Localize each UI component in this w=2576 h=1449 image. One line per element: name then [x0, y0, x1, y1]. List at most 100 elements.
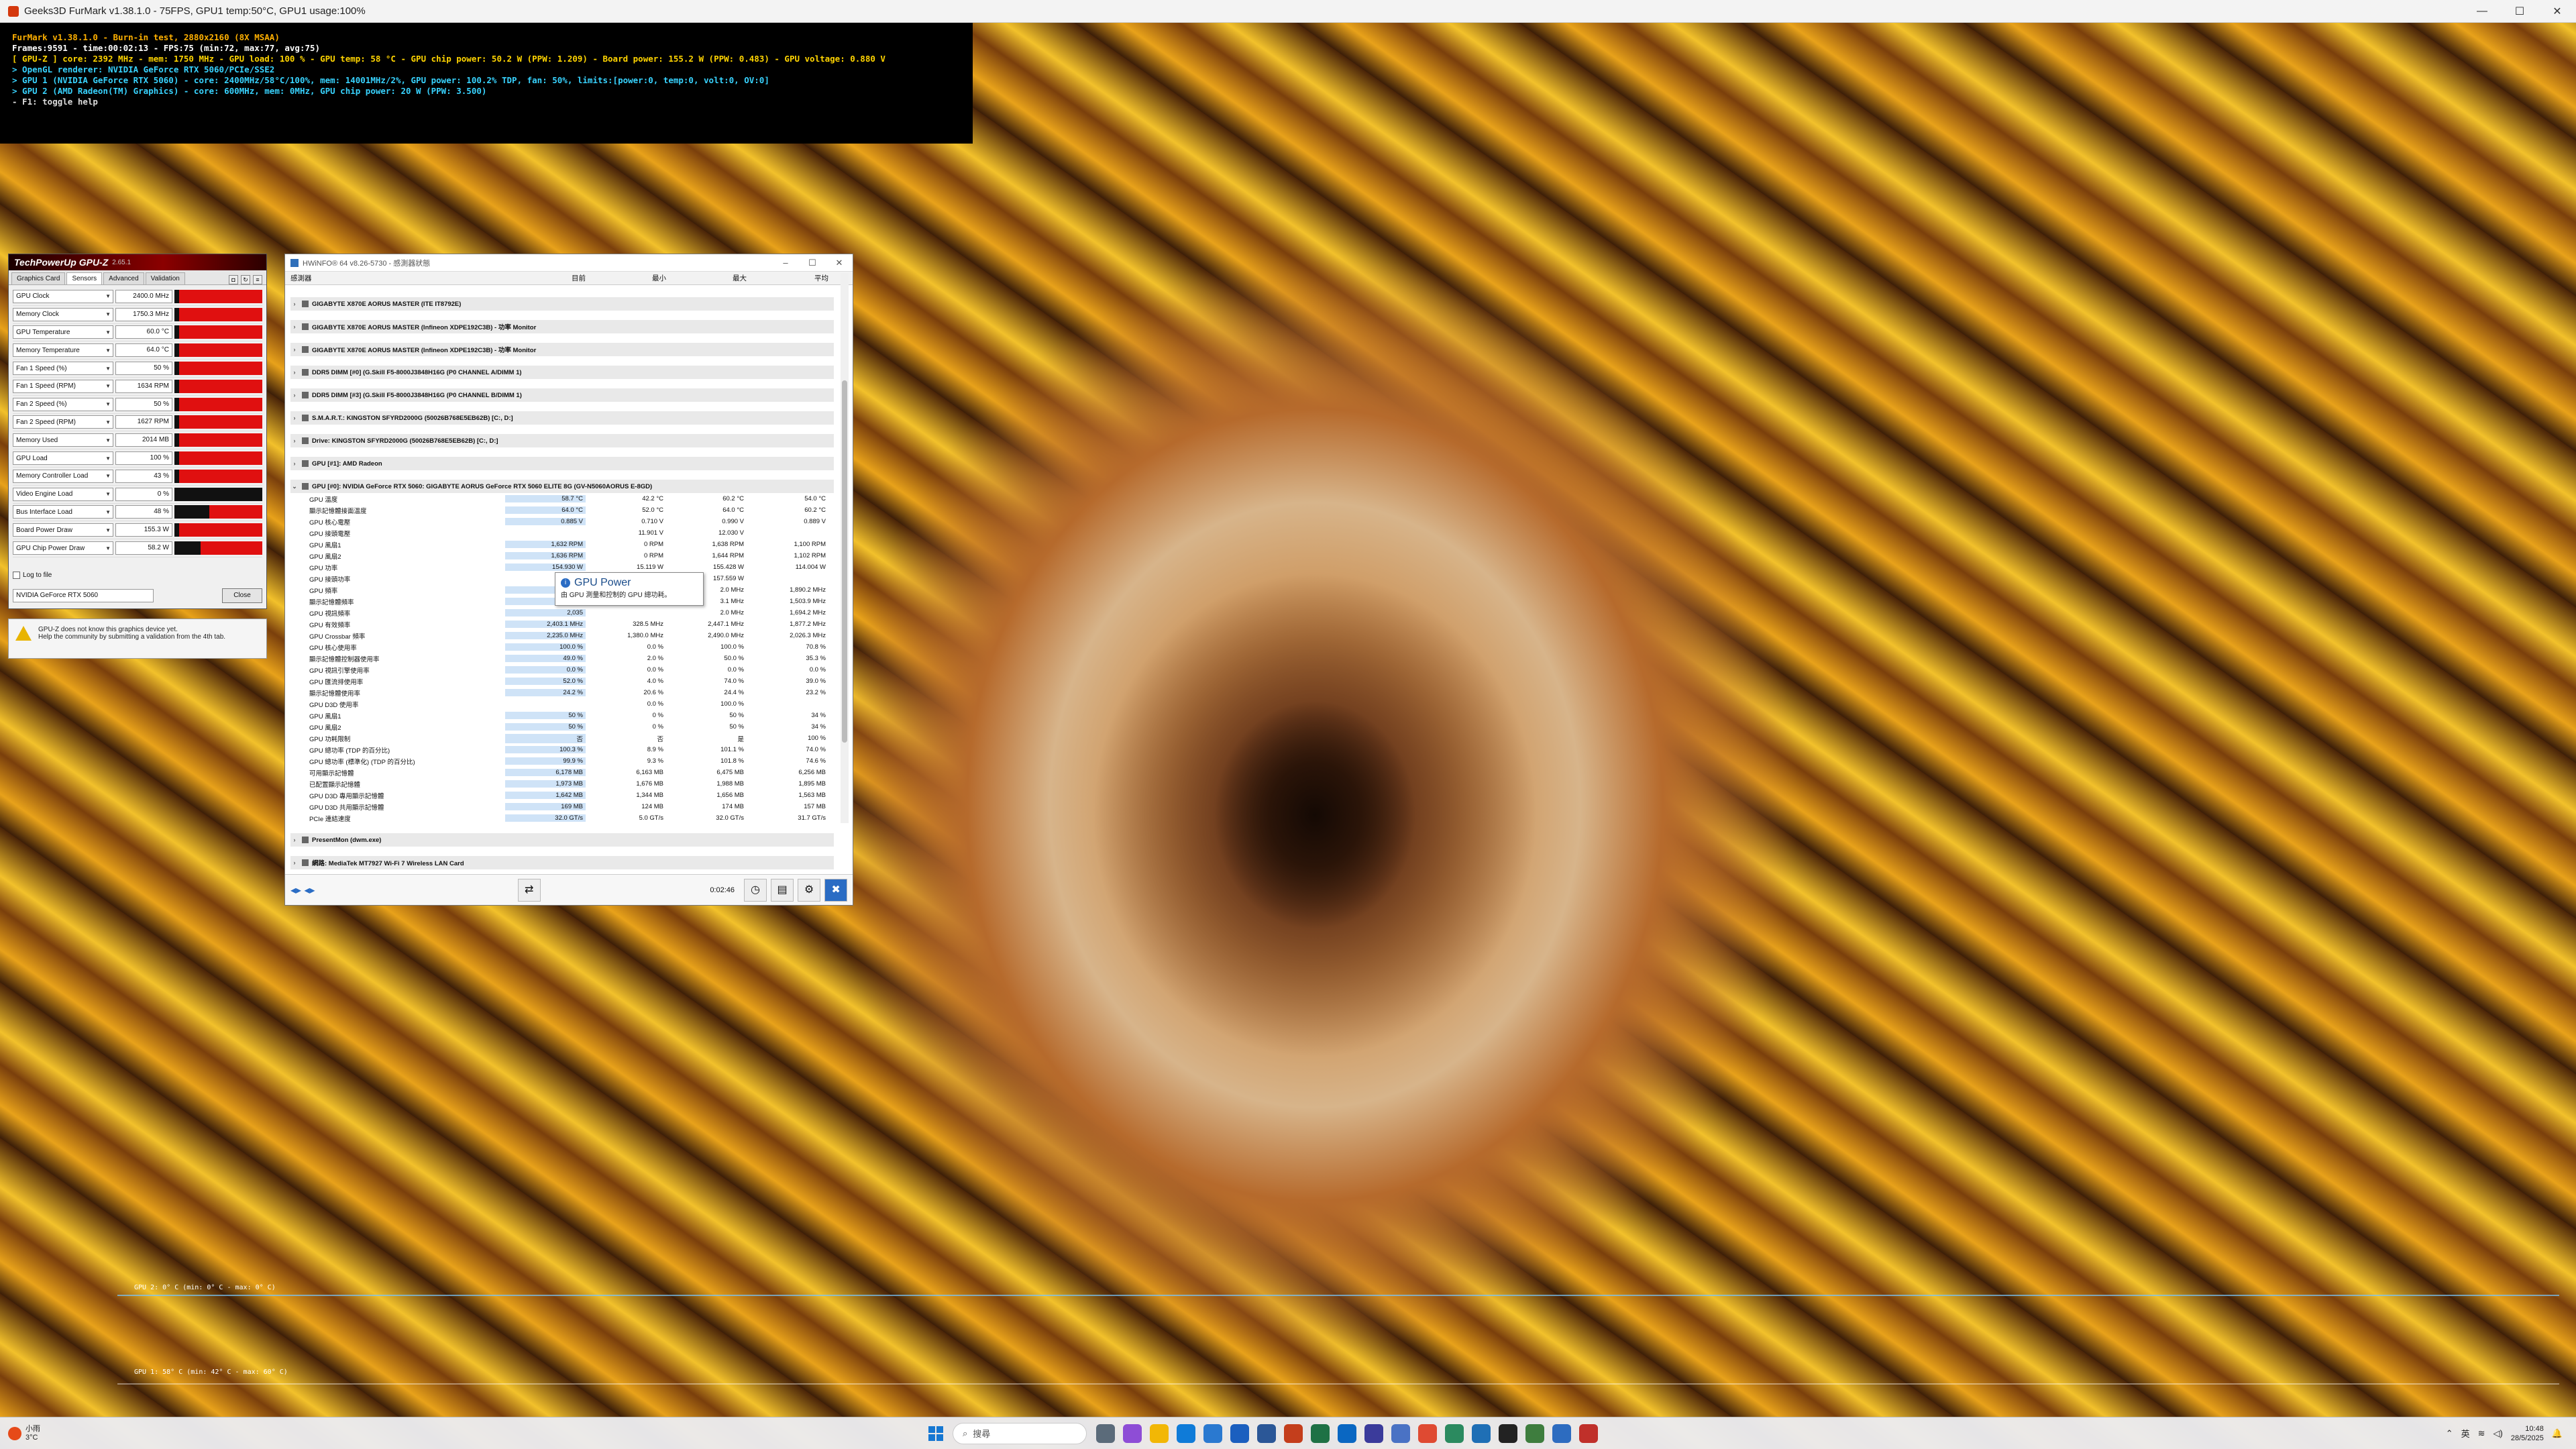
- tab-sensors[interactable]: Sensors: [66, 272, 103, 284]
- edge-icon[interactable]: [1177, 1424, 1195, 1443]
- tab-advanced[interactable]: Advanced: [103, 272, 144, 284]
- sensor-group[interactable]: › GIGABYTE X870E AORUS MASTER (ITE IT8792…: [290, 297, 834, 311]
- sensor-row[interactable]: GPU 風扇2 50 % 0 % 50 % 34 %: [290, 721, 834, 733]
- copilot-icon[interactable]: [1123, 1424, 1142, 1443]
- sensor-label[interactable]: Fan 2 Speed (RPM) ▼: [13, 415, 113, 429]
- sensor-row[interactable]: GPU 功率 154.930 W 15.119 W 155.428 W 114.004 …: [290, 561, 834, 573]
- app-icon[interactable]: [1391, 1424, 1410, 1443]
- sensor-group[interactable]: › 網路: MediaTek MT7927 Wi-Fi 7 Wireless LA…: [290, 856, 834, 869]
- chrome-icon[interactable]: [1418, 1424, 1437, 1443]
- sensor-row[interactable]: GPU 接頭電壓 11.901 V 12.030 V: [290, 527, 834, 539]
- chevron-up-icon[interactable]: ⌃: [2446, 1428, 2453, 1439]
- settings-icon[interactable]: ⚙: [798, 878, 821, 902]
- sensor-group[interactable]: › PresentMon (dwm.exe): [290, 833, 834, 847]
- camera-icon[interactable]: ◘: [229, 275, 238, 284]
- sensor-row[interactable]: GPU 總功率 (TDP 的百分比) 100.3 % 8.9 % 101.1 % 74.…: [290, 744, 834, 755]
- sensor-label[interactable]: Memory Used ▼: [13, 433, 113, 447]
- sensor-group[interactable]: › S.M.A.R.T.: KINGSTON SFYRD2000G (50026B…: [290, 411, 834, 425]
- gpuz-taskbar-icon[interactable]: [1525, 1424, 1544, 1443]
- tab-graphics-card[interactable]: Graphics Card: [11, 272, 66, 284]
- network-icon[interactable]: ⇄: [517, 878, 541, 902]
- sensor-row[interactable]: 顯示記憶體控制器使用率 49.0 % 2.0 % 50.0 % 35.3 %: [290, 653, 834, 664]
- sensor-label[interactable]: Board Power Draw ▼: [13, 523, 113, 537]
- notification-icon[interactable]: 🔔: [2552, 1428, 2563, 1439]
- col-max[interactable]: 最大: [666, 273, 747, 283]
- expand-icon[interactable]: ›: [290, 859, 299, 866]
- expand-icon[interactable]: ›: [290, 837, 299, 843]
- input-language[interactable]: 英: [2461, 1427, 2470, 1440]
- excel-icon[interactable]: [1311, 1424, 1330, 1443]
- app-icon[interactable]: [1499, 1424, 1517, 1443]
- expand-icon[interactable]: ›: [290, 437, 299, 444]
- close-icon[interactable]: ✖: [824, 878, 848, 902]
- close-button[interactable]: ✕: [2538, 5, 2576, 18]
- sensor-label[interactable]: Fan 1 Speed (RPM) ▼: [13, 379, 113, 393]
- sensor-row[interactable]: GPU D3D 共用顯示記憶體 169 MB 124 MB 174 MB 157 MB: [290, 801, 834, 812]
- sensor-row[interactable]: GPU 風扇2 1,636 RPM 0 RPM 1,644 RPM 1,102 RPM: [290, 550, 834, 561]
- sensor-row[interactable]: GPU 核心電壓 0.885 V 0.710 V 0.990 V 0.889 V: [290, 516, 834, 527]
- sensor-label[interactable]: GPU Temperature ▼: [13, 325, 113, 339]
- sensor-row[interactable]: GPU 核心使用率 100.0 % 0.0 % 100.0 % 70.8 %: [290, 641, 834, 653]
- refresh-icon[interactable]: ↻: [241, 275, 250, 284]
- sensor-row[interactable]: 已配置顯示記憶體 1,973 MB 1,676 MB 1,988 MB 1,895 MB: [290, 778, 834, 790]
- device-select[interactable]: NVIDIA GeForce RTX 5060: [13, 589, 154, 602]
- minimize-button[interactable]: –: [772, 258, 799, 268]
- expand-icon[interactable]: ›: [290, 415, 299, 421]
- expand-icon[interactable]: ›: [290, 392, 299, 398]
- photos-icon[interactable]: [1338, 1424, 1356, 1443]
- expand-icon[interactable]: ›: [290, 346, 299, 353]
- expand-icon[interactable]: ›: [290, 369, 299, 376]
- sensor-label[interactable]: Memory Controller Load ▼: [13, 469, 113, 483]
- weather-widget[interactable]: 小雨 3°C: [0, 1425, 926, 1442]
- hwinfo-taskbar-icon[interactable]: [1552, 1424, 1571, 1443]
- sensor-row[interactable]: 顯示記憶體接面溫度 64.0 °C 52.0 °C 64.0 °C 60.2 °C: [290, 504, 834, 516]
- sensor-label[interactable]: Memory Temperature ▼: [13, 343, 113, 358]
- sensor-row[interactable]: GPU 風扇1 1,632 RPM 0 RPM 1,638 RPM 1,100 RPM: [290, 539, 834, 550]
- collapse-icon[interactable]: ⌄: [290, 483, 299, 490]
- clock[interactable]: 10:48 28/5/2025: [2511, 1424, 2544, 1443]
- sensor-group[interactable]: › GIGABYTE X870E AORUS MASTER (Infineon X…: [290, 343, 834, 356]
- gpuz-close-button[interactable]: Close: [222, 588, 262, 603]
- report-icon[interactable]: ▤: [771, 878, 794, 902]
- app-icon[interactable]: [1445, 1424, 1464, 1443]
- volume-icon[interactable]: ◁): [2493, 1428, 2503, 1439]
- sensor-label[interactable]: GPU Chip Power Draw ▼: [13, 541, 113, 555]
- sensor-row[interactable]: GPU D3D 使用率 0.0 % 100.0 %: [290, 698, 834, 710]
- scrollbar-thumb[interactable]: [842, 380, 847, 743]
- sensor-row[interactable]: 可用顯示記憶體 6,178 MB 6,163 MB 6,475 MB 6,256 MB: [290, 767, 834, 778]
- sensor-row[interactable]: GPU Crossbar 頻率 2,235.0 MHz 1,380.0 MHz 2,4…: [290, 630, 834, 641]
- sensor-row[interactable]: GPU 總功率 (標準化) (TDP 的百分比) 99.9 % 9.3 % 101.8…: [290, 755, 834, 767]
- sensor-row[interactable]: GPU 溫度 58.7 °C 42.2 °C 60.2 °C 54.0 °C: [290, 493, 834, 504]
- log-to-file-checkbox[interactable]: [13, 572, 20, 579]
- sensor-row[interactable]: GPU D3D 專用顯示記憶體 1,642 MB 1,344 MB 1,656 MB 1…: [290, 790, 834, 801]
- word-icon[interactable]: [1257, 1424, 1276, 1443]
- col-min[interactable]: 最小: [586, 273, 666, 283]
- sensor-label[interactable]: Video Engine Load ▼: [13, 487, 113, 501]
- hwinfo-scrollbar[interactable]: [841, 273, 849, 823]
- sensor-label[interactable]: GPU Load ▼: [13, 451, 113, 466]
- sensor-label[interactable]: Memory Clock ▼: [13, 307, 113, 321]
- furmark-taskbar-icon[interactable]: [1579, 1424, 1598, 1443]
- sensor-label[interactable]: Fan 2 Speed (%) ▼: [13, 397, 113, 411]
- menu-icon[interactable]: ≡: [253, 275, 262, 284]
- sensor-row[interactable]: 顯示記憶體使用率 24.2 % 20.6 % 24.4 % 23.2 %: [290, 687, 834, 698]
- sensor-row[interactable]: GPU 視訊頻率 2,035 2.0 MHz 1,694.2 MHz: [290, 607, 834, 619]
- sensor-label[interactable]: GPU Clock ▼: [13, 289, 113, 303]
- sensor-row[interactable]: GPU 視訊引擎使用率 0.0 % 0.0 % 0.0 % 0.0 %: [290, 664, 834, 676]
- col-current[interactable]: 目前: [505, 273, 586, 283]
- nav-arrows-icon[interactable]: ◂▸ ◂▸: [290, 883, 344, 897]
- sensor-group[interactable]: › Drive: KINGSTON SFYRD2000G (50026B768E5…: [290, 434, 834, 447]
- sensor-label[interactable]: Bus Interface Load ▼: [13, 505, 113, 519]
- store-icon[interactable]: [1203, 1424, 1222, 1443]
- outlook-icon[interactable]: [1230, 1424, 1249, 1443]
- wifi-icon[interactable]: ≋: [2478, 1428, 2485, 1439]
- sensor-group[interactable]: › DDR5 DIMM [#3] (G.Skill F5-8000J3848H16…: [290, 388, 834, 402]
- col-avg[interactable]: 平均: [747, 273, 828, 283]
- powerpoint-icon[interactable]: [1284, 1424, 1303, 1443]
- file-explorer-icon[interactable]: [1150, 1424, 1169, 1443]
- expand-icon[interactable]: ›: [290, 460, 299, 467]
- sensor-label[interactable]: Fan 1 Speed (%) ▼: [13, 362, 113, 376]
- col-sensor[interactable]: 感測器: [290, 273, 505, 283]
- maximize-button[interactable]: ☐: [799, 258, 826, 268]
- clock-icon[interactable]: ◷: [744, 878, 767, 902]
